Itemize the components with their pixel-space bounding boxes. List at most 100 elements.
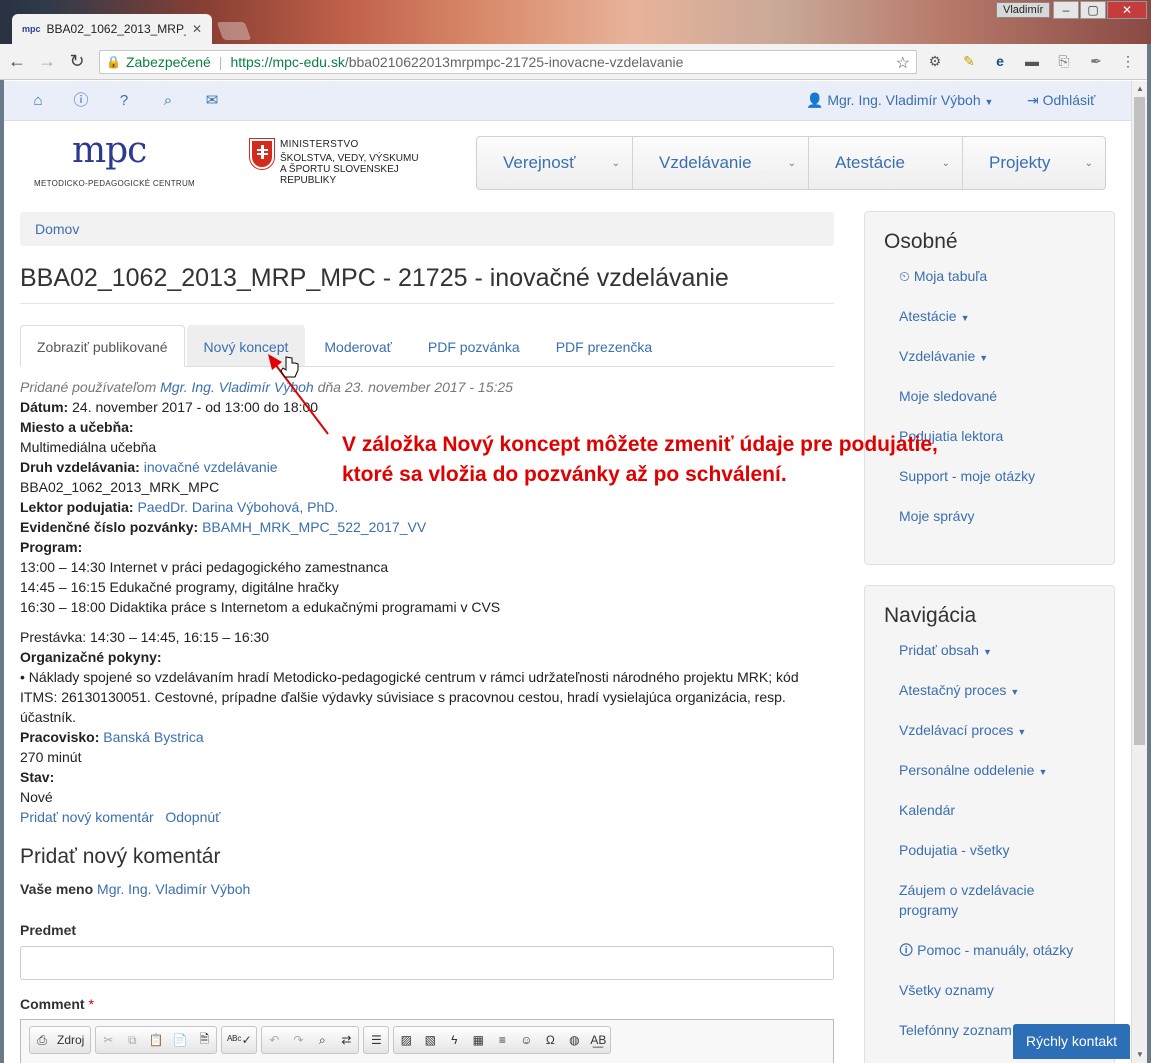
forward-arrow-icon[interactable]: → xyxy=(34,51,60,72)
menu-atestacie[interactable]: Atestácie ⌄ xyxy=(809,137,963,189)
menu-vzdelavanie[interactable]: Vzdelávanie ⌄ xyxy=(633,137,809,189)
table-icon[interactable]: ▦ xyxy=(466,1033,490,1047)
comment-heading: Pridať nový komentár xyxy=(20,845,221,868)
remove-format-icon[interactable]: ☰ xyxy=(364,1033,388,1047)
date-value: 24. november 2017 - od 13:00 do 18:00 xyxy=(68,399,319,415)
sidebar-item-kalendar[interactable]: Kalendár xyxy=(865,800,1114,840)
ministry-logo[interactable]: MINISTERSTVO ŠKOLSTVA, VEDY, VÝSKUMU A Š… xyxy=(250,139,420,186)
type-link[interactable]: inovačné vzdelávanie xyxy=(144,459,278,475)
sidebar-item-zaujem[interactable]: Záujem o vzdelávacie programy xyxy=(865,880,1095,940)
tab-close-icon[interactable]: ✕ xyxy=(192,22,202,36)
browser-tab[interactable]: mpc BBA02_1062_2013_MRP_M ✕ xyxy=(12,14,212,44)
meta-prefix: Pridané používateľom xyxy=(20,379,161,395)
tab-novy-koncept[interactable]: Nový koncept xyxy=(186,325,306,366)
add-comment-link[interactable]: Pridať nový komentár xyxy=(20,809,154,825)
date-label: Dátum: xyxy=(20,399,69,415)
tab-zobrazit-publikovane[interactable]: Zobraziť publikované xyxy=(20,325,185,367)
dash-extension-icon[interactable]: ▬ xyxy=(1021,50,1043,72)
home-icon[interactable]: ⌂ xyxy=(28,91,48,111)
scrollbar-thumb[interactable] xyxy=(1134,97,1145,745)
feather-extension-icon[interactable]: ✒ xyxy=(1085,50,1107,72)
horizontal-rule-icon[interactable]: ≡ xyxy=(490,1033,514,1047)
minimize-button[interactable]: – xyxy=(1053,1,1079,19)
image-icon[interactable]: ▨ xyxy=(394,1033,418,1047)
user-menu[interactable]: 👤 Mgr. Ing. Vladimír Výboh ▼ xyxy=(806,92,993,109)
address-bar[interactable]: 🔒 Zabezpečené | https://mpc-edu.sk/bba02… xyxy=(99,50,917,74)
user-name: Mgr. Ing. Vladimír Výboh xyxy=(827,92,981,108)
lector-link[interactable]: PaedDr. Darina Výbohová, PhD. xyxy=(137,499,338,515)
scroll-up-icon[interactable]: ▲ xyxy=(1132,81,1148,97)
user-icon: 👤 xyxy=(806,92,824,108)
paste-text-icon[interactable]: 📄 xyxy=(168,1033,192,1047)
window-user-badge[interactable]: Vladimír xyxy=(996,2,1051,18)
omega-icon[interactable]: Ω xyxy=(538,1033,562,1047)
sidebar-item-personalne-oddelenie[interactable]: Personálne oddelenie ▼ xyxy=(865,760,1114,800)
sidebar-item-vsetky-oznamy[interactable]: Všetky oznamy xyxy=(865,980,1114,1020)
sidebar-item-pomoc[interactable]: 🛈 Pomoc - manuály, otázky xyxy=(865,940,1114,980)
tab-pdf-prezencka[interactable]: PDF prezenčka xyxy=(539,325,669,366)
info-icon[interactable]: ⓘ xyxy=(71,91,91,111)
your-name-link[interactable]: Mgr. Ing. Vladimír Výboh xyxy=(97,881,250,897)
abbr-icon[interactable]: A͟B xyxy=(586,1033,610,1047)
search-icon[interactable]: ⌕ xyxy=(158,91,178,111)
find-icon[interactable]: ⌕ xyxy=(310,1033,334,1048)
sidebar-item-vzdelavaci-proces[interactable]: Vzdelávací proces ▼ xyxy=(865,720,1114,760)
sidebar-item-label: Personálne oddelenie xyxy=(899,762,1035,778)
page-scrollbar[interactable]: ▲ ▼ xyxy=(1131,81,1147,1063)
paste-icon[interactable]: 📋 xyxy=(144,1033,168,1047)
paste-word-icon[interactable]: 🗎 xyxy=(192,1030,216,1051)
content-links: Pridať nový komentár Odopnúť xyxy=(20,807,834,827)
menu-verejnost[interactable]: Verejnosť ⌄ xyxy=(477,137,633,189)
redo-icon[interactable]: ↷ xyxy=(286,1033,310,1047)
bookmark-star-icon[interactable]: ☆ xyxy=(896,53,910,73)
unsubscribe-link[interactable]: Odopnúť xyxy=(165,809,220,825)
reload-icon[interactable]: ↻ xyxy=(64,51,90,72)
sidebar-item-atestacie[interactable]: Atestácie ▼ xyxy=(865,306,1114,346)
sidebar-item-vzdelavanie[interactable]: Vzdelávanie ▼ xyxy=(865,346,1114,386)
sidebar-item-moje-spravy[interactable]: Moje správy xyxy=(865,506,1114,546)
replace-icon[interactable]: ⇄ xyxy=(334,1033,358,1047)
flash-icon[interactable]: ϟ xyxy=(442,1033,466,1047)
undo-icon[interactable]: ↶ xyxy=(262,1033,286,1047)
lamp-icon: 🛈 xyxy=(899,942,914,958)
globe-icon[interactable]: ◍ xyxy=(562,1033,586,1047)
breadcrumb-home-link[interactable]: Domov xyxy=(35,221,79,237)
close-window-button[interactable]: ✕ xyxy=(1107,1,1147,19)
maximize-button[interactable]: ▢ xyxy=(1080,1,1106,19)
author-link[interactable]: Mgr. Ing. Vladimír Výboh xyxy=(160,379,314,395)
sidebar-item-moja-tabula[interactable]: ⏲ Moja tabuľa xyxy=(865,266,1114,306)
source-button[interactable]: Zdroj xyxy=(54,1033,90,1047)
tab-pdf-pozvanka[interactable]: PDF pozvánka xyxy=(411,325,537,366)
subject-input[interactable] xyxy=(20,946,834,980)
logout-link[interactable]: ⇥ Odhlásiť xyxy=(1027,92,1095,109)
workplace-link[interactable]: Banská Bystrica xyxy=(103,729,203,745)
mpc-logo[interactable]: mpc METODICKO-PEDAGOGICKÉ CENTRUM xyxy=(34,133,195,189)
org-value: • Náklady spojené so vzdelávaním hradí M… xyxy=(20,669,799,725)
e-extension-icon[interactable]: e xyxy=(989,50,1011,72)
your-name-field: Vaše meno Mgr. Ing. Vladimír Výboh xyxy=(20,881,250,897)
settings-gear-icon[interactable]: ⚙ xyxy=(924,50,946,72)
pen-extension-icon[interactable]: ✎ xyxy=(958,50,980,72)
sidebar-item-pridat-obsah[interactable]: Pridať obsah ▼ xyxy=(865,640,1114,680)
new-tab-button[interactable] xyxy=(216,22,252,40)
sidebar-item-atestacny-proces[interactable]: Atestačný proces ▼ xyxy=(865,680,1114,720)
scroll-down-icon[interactable]: ▼ xyxy=(1132,1047,1148,1063)
title-divider xyxy=(20,303,834,304)
spellcheck-icon[interactable]: ᴬᴮᶜ✓ xyxy=(222,1033,256,1047)
sidebar-item-podujatia-vsetky[interactable]: Podujatia - všetky xyxy=(865,840,1114,880)
smiley-icon[interactable]: ☺ xyxy=(514,1033,538,1047)
quick-contact-button[interactable]: Rýchly kontakt xyxy=(1013,1024,1130,1059)
image2-icon[interactable]: ▧ xyxy=(418,1033,442,1047)
menu-projekty[interactable]: Projekty ⌄ xyxy=(963,137,1105,189)
help-icon[interactable]: ? xyxy=(114,91,134,111)
back-arrow-icon[interactable]: ← xyxy=(4,51,30,72)
browser-menu-icon[interactable]: ⋮ xyxy=(1117,50,1139,72)
mail-icon[interactable]: ✉ xyxy=(202,91,222,111)
tab-moderovat[interactable]: Moderovať xyxy=(307,325,409,366)
pdf-extension-icon[interactable]: ⎘ xyxy=(1053,50,1075,72)
sidebar-item-moje-sledovane[interactable]: Moje sledované xyxy=(865,386,1114,426)
copy-icon[interactable]: ⧉ xyxy=(120,1033,144,1048)
cut-icon[interactable]: ✂ xyxy=(96,1033,120,1047)
evid-link[interactable]: BBAMH_MRK_MPC_522_2017_VV xyxy=(202,519,426,535)
url-path: /bba0210622013mrpmpc-21725-inovacne-vzde… xyxy=(344,54,684,70)
